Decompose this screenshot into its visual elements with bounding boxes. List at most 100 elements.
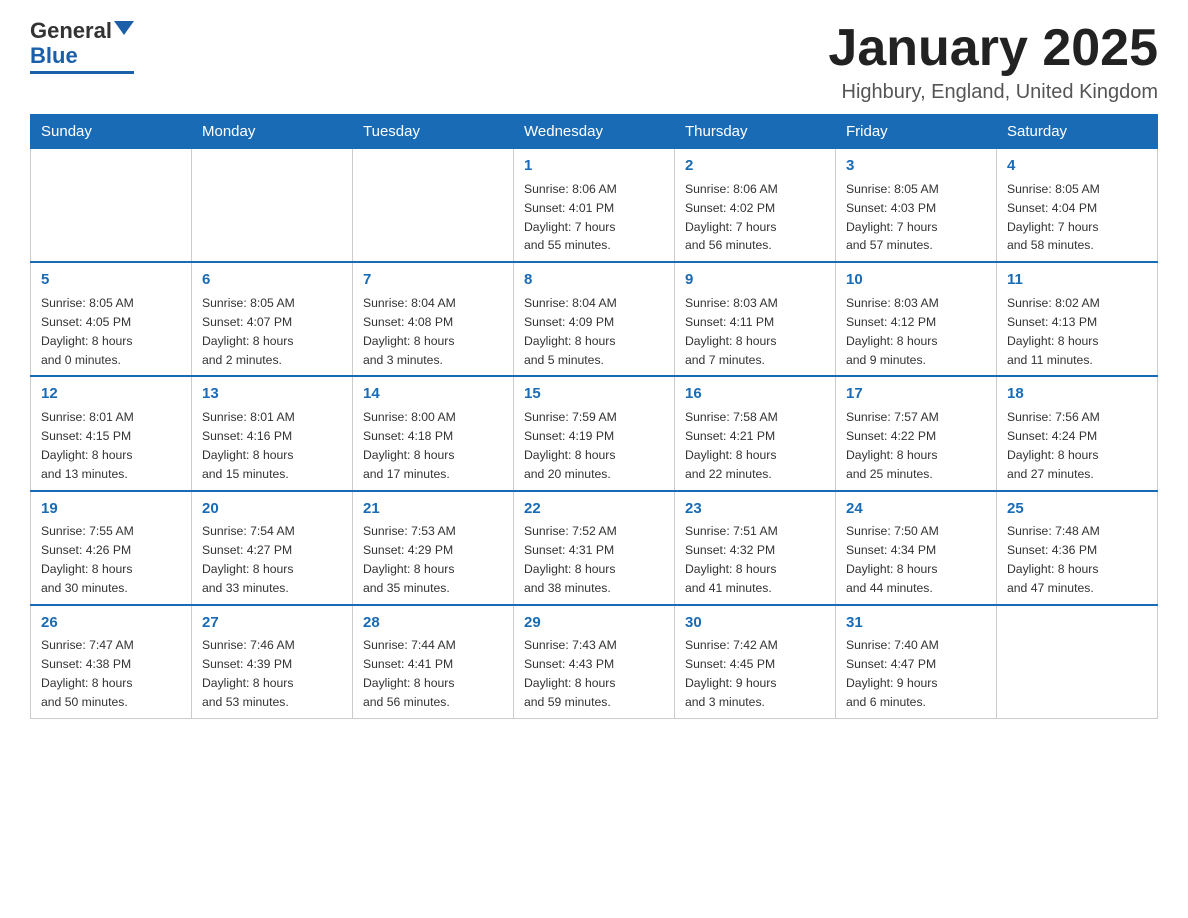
calendar-table: Sunday Monday Tuesday Wednesday Thursday… [30,114,1158,719]
table-row: 28Sunrise: 7:44 AM Sunset: 4:41 PM Dayli… [353,605,514,719]
table-row: 16Sunrise: 7:58 AM Sunset: 4:21 PM Dayli… [675,376,836,490]
table-row: 23Sunrise: 7:51 AM Sunset: 4:32 PM Dayli… [675,491,836,605]
table-row: 15Sunrise: 7:59 AM Sunset: 4:19 PM Dayli… [514,376,675,490]
day-number: 25 [1007,498,1147,521]
logo-underline [30,71,134,74]
day-number: 12 [41,383,181,406]
table-row: 3Sunrise: 8:05 AM Sunset: 4:03 PM Daylig… [836,149,997,263]
col-tuesday: Tuesday [353,115,514,149]
table-row: 2Sunrise: 8:06 AM Sunset: 4:02 PM Daylig… [675,149,836,263]
table-row: 4Sunrise: 8:05 AM Sunset: 4:04 PM Daylig… [997,149,1158,263]
table-row: 29Sunrise: 7:43 AM Sunset: 4:43 PM Dayli… [514,605,675,719]
table-row [997,605,1158,719]
day-info: Sunrise: 7:53 AM Sunset: 4:29 PM Dayligh… [363,522,503,598]
col-friday: Friday [836,115,997,149]
day-number: 10 [846,269,986,292]
day-number: 14 [363,383,503,406]
table-row [31,149,192,263]
table-row: 14Sunrise: 8:00 AM Sunset: 4:18 PM Dayli… [353,376,514,490]
day-number: 6 [202,269,342,292]
day-info: Sunrise: 8:04 AM Sunset: 4:08 PM Dayligh… [363,294,503,370]
day-info: Sunrise: 8:06 AM Sunset: 4:02 PM Dayligh… [685,180,825,256]
day-info: Sunrise: 8:03 AM Sunset: 4:12 PM Dayligh… [846,294,986,370]
day-number: 13 [202,383,342,406]
day-number: 22 [524,498,664,521]
table-row: 6Sunrise: 8:05 AM Sunset: 4:07 PM Daylig… [192,262,353,376]
day-info: Sunrise: 7:54 AM Sunset: 4:27 PM Dayligh… [202,522,342,598]
calendar-week-row: 1Sunrise: 8:06 AM Sunset: 4:01 PM Daylig… [31,149,1158,263]
day-number: 15 [524,383,664,406]
day-info: Sunrise: 7:59 AM Sunset: 4:19 PM Dayligh… [524,408,664,484]
day-info: Sunrise: 8:03 AM Sunset: 4:11 PM Dayligh… [685,294,825,370]
location-label: Highbury, England, United Kingdom [828,81,1158,104]
day-info: Sunrise: 8:05 AM Sunset: 4:07 PM Dayligh… [202,294,342,370]
day-number: 20 [202,498,342,521]
table-row: 30Sunrise: 7:42 AM Sunset: 4:45 PM Dayli… [675,605,836,719]
table-row: 26Sunrise: 7:47 AM Sunset: 4:38 PM Dayli… [31,605,192,719]
col-sunday: Sunday [31,115,192,149]
day-info: Sunrise: 8:00 AM Sunset: 4:18 PM Dayligh… [363,408,503,484]
day-info: Sunrise: 7:40 AM Sunset: 4:47 PM Dayligh… [846,636,986,712]
day-info: Sunrise: 7:51 AM Sunset: 4:32 PM Dayligh… [685,522,825,598]
day-number: 16 [685,383,825,406]
table-row: 19Sunrise: 7:55 AM Sunset: 4:26 PM Dayli… [31,491,192,605]
day-info: Sunrise: 7:57 AM Sunset: 4:22 PM Dayligh… [846,408,986,484]
day-info: Sunrise: 7:44 AM Sunset: 4:41 PM Dayligh… [363,636,503,712]
day-info: Sunrise: 7:43 AM Sunset: 4:43 PM Dayligh… [524,636,664,712]
day-number: 28 [363,612,503,635]
table-row: 18Sunrise: 7:56 AM Sunset: 4:24 PM Dayli… [997,376,1158,490]
day-number: 30 [685,612,825,635]
table-row: 11Sunrise: 8:02 AM Sunset: 4:13 PM Dayli… [997,262,1158,376]
day-info: Sunrise: 8:05 AM Sunset: 4:04 PM Dayligh… [1007,180,1147,256]
day-info: Sunrise: 7:47 AM Sunset: 4:38 PM Dayligh… [41,636,181,712]
day-number: 17 [846,383,986,406]
day-info: Sunrise: 7:42 AM Sunset: 4:45 PM Dayligh… [685,636,825,712]
day-number: 31 [846,612,986,635]
table-row: 22Sunrise: 7:52 AM Sunset: 4:31 PM Dayli… [514,491,675,605]
table-row: 7Sunrise: 8:04 AM Sunset: 4:08 PM Daylig… [353,262,514,376]
logo-blue: Blue [30,43,78,69]
day-info: Sunrise: 8:01 AM Sunset: 4:16 PM Dayligh… [202,408,342,484]
day-info: Sunrise: 8:06 AM Sunset: 4:01 PM Dayligh… [524,180,664,256]
day-number: 8 [524,269,664,292]
table-row: 9Sunrise: 8:03 AM Sunset: 4:11 PM Daylig… [675,262,836,376]
day-info: Sunrise: 7:50 AM Sunset: 4:34 PM Dayligh… [846,522,986,598]
day-number: 2 [685,155,825,178]
day-info: Sunrise: 7:55 AM Sunset: 4:26 PM Dayligh… [41,522,181,598]
day-number: 4 [1007,155,1147,178]
logo: General Blue [30,20,134,74]
day-info: Sunrise: 8:05 AM Sunset: 4:03 PM Dayligh… [846,180,986,256]
table-row: 21Sunrise: 7:53 AM Sunset: 4:29 PM Dayli… [353,491,514,605]
day-number: 27 [202,612,342,635]
table-row: 31Sunrise: 7:40 AM Sunset: 4:47 PM Dayli… [836,605,997,719]
day-number: 23 [685,498,825,521]
day-info: Sunrise: 7:52 AM Sunset: 4:31 PM Dayligh… [524,522,664,598]
table-row: 25Sunrise: 7:48 AM Sunset: 4:36 PM Dayli… [997,491,1158,605]
table-row: 24Sunrise: 7:50 AM Sunset: 4:34 PM Dayli… [836,491,997,605]
day-info: Sunrise: 8:04 AM Sunset: 4:09 PM Dayligh… [524,294,664,370]
col-monday: Monday [192,115,353,149]
day-info: Sunrise: 8:05 AM Sunset: 4:05 PM Dayligh… [41,294,181,370]
day-number: 19 [41,498,181,521]
day-number: 24 [846,498,986,521]
day-number: 29 [524,612,664,635]
day-info: Sunrise: 7:58 AM Sunset: 4:21 PM Dayligh… [685,408,825,484]
calendar-week-row: 5Sunrise: 8:05 AM Sunset: 4:05 PM Daylig… [31,262,1158,376]
day-number: 3 [846,155,986,178]
day-number: 18 [1007,383,1147,406]
page-header: General Blue January 2025 Highbury, Engl… [30,20,1158,104]
calendar-header-row: Sunday Monday Tuesday Wednesday Thursday… [31,115,1158,149]
day-number: 11 [1007,269,1147,292]
calendar-title: January 2025 [828,20,1158,77]
table-row [192,149,353,263]
table-row: 17Sunrise: 7:57 AM Sunset: 4:22 PM Dayli… [836,376,997,490]
day-number: 1 [524,155,664,178]
table-row: 8Sunrise: 8:04 AM Sunset: 4:09 PM Daylig… [514,262,675,376]
table-row: 12Sunrise: 8:01 AM Sunset: 4:15 PM Dayli… [31,376,192,490]
table-row: 5Sunrise: 8:05 AM Sunset: 4:05 PM Daylig… [31,262,192,376]
day-number: 21 [363,498,503,521]
calendar-week-row: 26Sunrise: 7:47 AM Sunset: 4:38 PM Dayli… [31,605,1158,719]
table-row: 10Sunrise: 8:03 AM Sunset: 4:12 PM Dayli… [836,262,997,376]
day-number: 26 [41,612,181,635]
day-number: 5 [41,269,181,292]
